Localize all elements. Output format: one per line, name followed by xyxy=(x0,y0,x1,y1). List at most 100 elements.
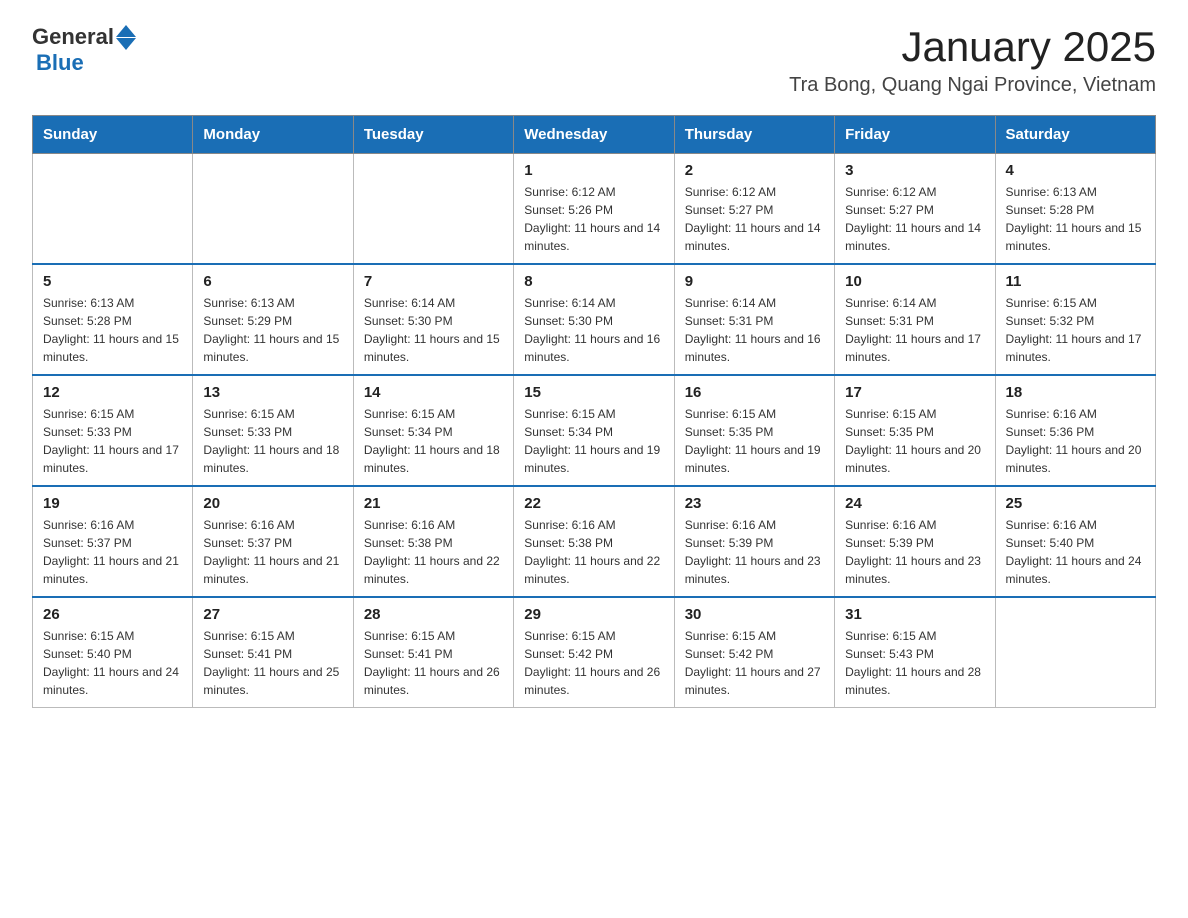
calendar-cell: 8Sunrise: 6:14 AM Sunset: 5:30 PM Daylig… xyxy=(514,264,674,375)
calendar-cell: 1Sunrise: 6:12 AM Sunset: 5:26 PM Daylig… xyxy=(514,154,674,265)
day-number: 15 xyxy=(524,384,663,401)
day-number: 14 xyxy=(364,384,503,401)
day-number: 16 xyxy=(685,384,824,401)
day-info: Sunrise: 6:14 AM Sunset: 5:31 PM Dayligh… xyxy=(845,294,984,366)
day-info: Sunrise: 6:16 AM Sunset: 5:39 PM Dayligh… xyxy=(845,516,984,588)
day-number: 20 xyxy=(203,495,342,512)
day-info: Sunrise: 6:13 AM Sunset: 5:28 PM Dayligh… xyxy=(1006,183,1145,255)
day-info: Sunrise: 6:15 AM Sunset: 5:43 PM Dayligh… xyxy=(845,627,984,699)
calendar-title: January 2025 xyxy=(789,24,1156,70)
calendar-cell: 3 Sunrise: 6:12 AM Sunset: 5:27 PM Daylig… xyxy=(835,154,995,265)
calendar-cell: 4 Sunrise: 6:13 AM Sunset: 5:28 PM Daylig… xyxy=(995,154,1155,265)
day-number: 6 xyxy=(203,273,342,290)
calendar-week-row: 19 Sunrise: 6:16 AM Sunset: 5:37 PM Dayli… xyxy=(33,486,1156,597)
calendar-cell: 28 Sunrise: 6:15 AM Sunset: 5:41 PM Dayli… xyxy=(353,597,513,708)
calendar-cell: 25 Sunrise: 6:16 AM Sunset: 5:40 PM Dayli… xyxy=(995,486,1155,597)
day-info: Sunrise: 6:16 AM Sunset: 5:40 PM Dayligh… xyxy=(1006,516,1145,588)
day-number: 25 xyxy=(1006,495,1145,512)
day-number: 12 xyxy=(43,384,182,401)
weekday-header-monday: Monday xyxy=(193,116,353,154)
day-number: 17 xyxy=(845,384,984,401)
day-info: Sunrise: 6:16 AM Sunset: 5:36 PM Dayligh… xyxy=(1006,405,1145,477)
day-info: Sunrise: 6:15 AM Sunset: 5:35 PM Dayligh… xyxy=(685,405,824,477)
calendar-week-row: 26 Sunrise: 6:15 AM Sunset: 5:40 PM Dayli… xyxy=(33,597,1156,708)
calendar-week-row: 5 Sunrise: 6:13 AM Sunset: 5:28 PM Daylig… xyxy=(33,264,1156,375)
weekday-header-thursday: Thursday xyxy=(674,116,834,154)
weekday-header-row: SundayMondayTuesdayWednesdayThursdayFrid… xyxy=(33,116,1156,154)
day-number: 19 xyxy=(43,495,182,512)
day-info: Sunrise: 6:15 AM Sunset: 5:42 PM Dayligh… xyxy=(524,627,663,699)
day-info: Sunrise: 6:16 AM Sunset: 5:39 PM Dayligh… xyxy=(685,516,824,588)
day-info: Sunrise: 6:15 AM Sunset: 5:41 PM Dayligh… xyxy=(364,627,503,699)
calendar-cell xyxy=(193,154,353,265)
calendar-cell: 21Sunrise: 6:16 AM Sunset: 5:38 PM Dayli… xyxy=(353,486,513,597)
day-info: Sunrise: 6:15 AM Sunset: 5:33 PM Dayligh… xyxy=(203,405,342,477)
day-info: Sunrise: 6:15 AM Sunset: 5:41 PM Dayligh… xyxy=(203,627,342,699)
page-header: General Blue January 2025 Tra Bong, Quan… xyxy=(32,24,1156,97)
calendar-cell: 22Sunrise: 6:16 AM Sunset: 5:38 PM Dayli… xyxy=(514,486,674,597)
day-number: 30 xyxy=(685,606,824,623)
logo: General Blue xyxy=(32,24,136,77)
calendar-cell: 9Sunrise: 6:14 AM Sunset: 5:31 PM Daylig… xyxy=(674,264,834,375)
logo-general-text: General xyxy=(32,24,114,50)
day-number: 13 xyxy=(203,384,342,401)
day-info: Sunrise: 6:15 AM Sunset: 5:34 PM Dayligh… xyxy=(364,405,503,477)
calendar-cell: 5 Sunrise: 6:13 AM Sunset: 5:28 PM Daylig… xyxy=(33,264,193,375)
day-number: 1 xyxy=(524,162,663,179)
calendar-cell: 19Sunrise: 6:16 AM Sunset: 5:37 PM Dayli… xyxy=(33,486,193,597)
calendar-table: SundayMondayTuesdayWednesdayThursdayFrid… xyxy=(32,115,1156,708)
day-number: 28 xyxy=(364,606,503,623)
day-number: 4 xyxy=(1006,162,1145,179)
day-number: 31 xyxy=(845,606,984,623)
calendar-cell: 10 Sunrise: 6:14 AM Sunset: 5:31 PM Dayli… xyxy=(835,264,995,375)
weekday-header-saturday: Saturday xyxy=(995,116,1155,154)
day-info: Sunrise: 6:16 AM Sunset: 5:37 PM Dayligh… xyxy=(203,516,342,588)
calendar-cell: 17 Sunrise: 6:15 AM Sunset: 5:35 PM Dayli… xyxy=(835,375,995,486)
day-info: Sunrise: 6:15 AM Sunset: 5:33 PM Dayligh… xyxy=(43,405,182,477)
day-info: Sunrise: 6:14 AM Sunset: 5:30 PM Dayligh… xyxy=(364,294,503,366)
calendar-cell: 31 Sunrise: 6:15 AM Sunset: 5:43 PM Dayli… xyxy=(835,597,995,708)
day-info: Sunrise: 6:16 AM Sunset: 5:38 PM Dayligh… xyxy=(364,516,503,588)
calendar-cell: 20 Sunrise: 6:16 AM Sunset: 5:37 PM Dayli… xyxy=(193,486,353,597)
calendar-cell: 13 Sunrise: 6:15 AM Sunset: 5:33 PM Dayli… xyxy=(193,375,353,486)
calendar-cell: 11 Sunrise: 6:15 AM Sunset: 5:32 PM Dayli… xyxy=(995,264,1155,375)
day-number: 5 xyxy=(43,273,182,290)
calendar-cell: 15 Sunrise: 6:15 AM Sunset: 5:34 PM Dayli… xyxy=(514,375,674,486)
day-number: 24 xyxy=(845,495,984,512)
day-number: 7 xyxy=(364,273,503,290)
day-number: 10 xyxy=(845,273,984,290)
calendar-cell: 12 Sunrise: 6:15 AM Sunset: 5:33 PM Dayli… xyxy=(33,375,193,486)
day-info: Sunrise: 6:15 AM Sunset: 5:35 PM Dayligh… xyxy=(845,405,984,477)
day-info: Sunrise: 6:15 AM Sunset: 5:32 PM Dayligh… xyxy=(1006,294,1145,366)
calendar-cell xyxy=(353,154,513,265)
calendar-cell: 6Sunrise: 6:13 AM Sunset: 5:29 PM Daylig… xyxy=(193,264,353,375)
day-number: 27 xyxy=(203,606,342,623)
day-info: Sunrise: 6:13 AM Sunset: 5:28 PM Dayligh… xyxy=(43,294,182,366)
day-number: 8 xyxy=(524,273,663,290)
day-number: 26 xyxy=(43,606,182,623)
calendar-cell: 23 Sunrise: 6:16 AM Sunset: 5:39 PM Dayli… xyxy=(674,486,834,597)
calendar-cell xyxy=(33,154,193,265)
calendar-cell: 14 Sunrise: 6:15 AM Sunset: 5:34 PM Dayli… xyxy=(353,375,513,486)
day-info: Sunrise: 6:12 AM Sunset: 5:27 PM Dayligh… xyxy=(685,183,824,255)
weekday-header-sunday: Sunday xyxy=(33,116,193,154)
day-number: 3 xyxy=(845,162,984,179)
calendar-subtitle: Tra Bong, Quang Ngai Province, Vietnam xyxy=(789,74,1156,97)
day-number: 11 xyxy=(1006,273,1145,290)
calendar-cell: 16 Sunrise: 6:15 AM Sunset: 5:35 PM Dayli… xyxy=(674,375,834,486)
day-number: 2 xyxy=(685,162,824,179)
weekday-header-friday: Friday xyxy=(835,116,995,154)
day-info: Sunrise: 6:15 AM Sunset: 5:40 PM Dayligh… xyxy=(43,627,182,699)
calendar-cell: 26 Sunrise: 6:15 AM Sunset: 5:40 PM Dayli… xyxy=(33,597,193,708)
calendar-cell: 30Sunrise: 6:15 AM Sunset: 5:42 PM Dayli… xyxy=(674,597,834,708)
calendar-cell xyxy=(995,597,1155,708)
weekday-header-tuesday: Tuesday xyxy=(353,116,513,154)
day-info: Sunrise: 6:15 AM Sunset: 5:34 PM Dayligh… xyxy=(524,405,663,477)
day-info: Sunrise: 6:14 AM Sunset: 5:31 PM Dayligh… xyxy=(685,294,824,366)
calendar-cell: 7 Sunrise: 6:14 AM Sunset: 5:30 PM Daylig… xyxy=(353,264,513,375)
title-area: January 2025 Tra Bong, Quang Ngai Provin… xyxy=(789,24,1156,97)
day-number: 23 xyxy=(685,495,824,512)
calendar-cell: 27 Sunrise: 6:15 AM Sunset: 5:41 PM Dayli… xyxy=(193,597,353,708)
day-info: Sunrise: 6:12 AM Sunset: 5:27 PM Dayligh… xyxy=(845,183,984,255)
calendar-cell: 2 Sunrise: 6:12 AM Sunset: 5:27 PM Daylig… xyxy=(674,154,834,265)
